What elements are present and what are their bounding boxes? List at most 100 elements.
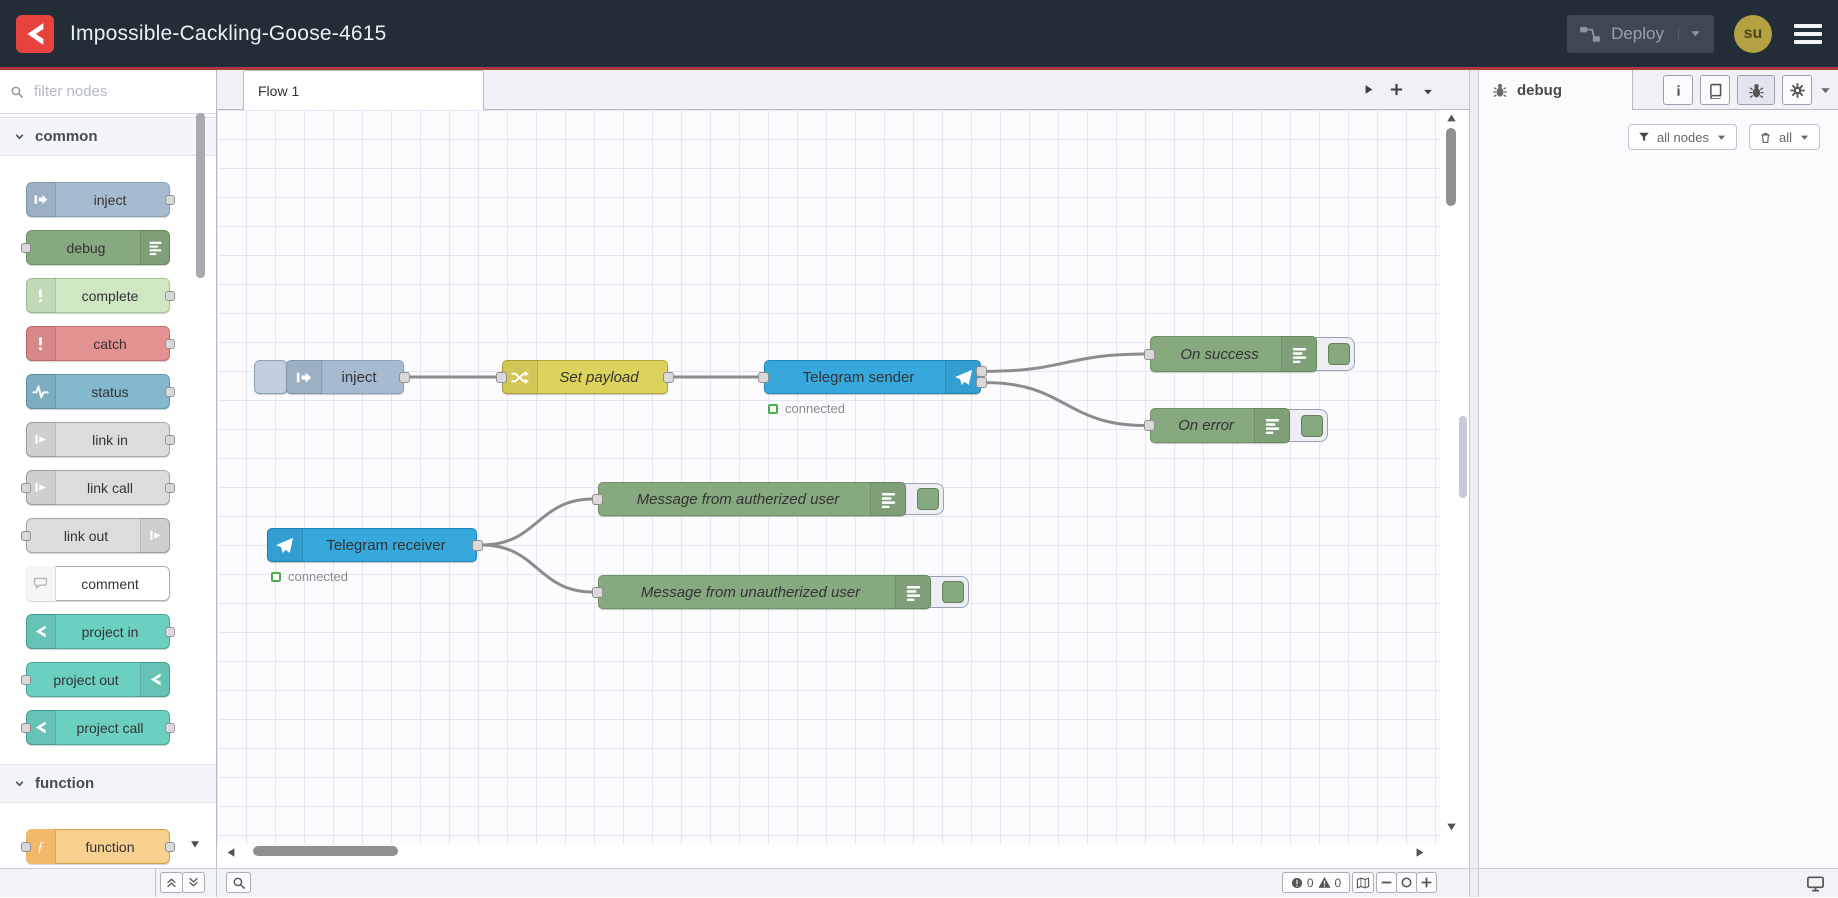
inject-trigger-button[interactable] xyxy=(254,360,288,394)
sidebar-debug-button[interactable] xyxy=(1737,75,1775,105)
node-input-port[interactable] xyxy=(21,243,31,253)
palette-node-project-call[interactable]: project call xyxy=(21,710,175,745)
hscroll-thumb[interactable] xyxy=(253,846,398,856)
notification-counts[interactable]: 0 0 xyxy=(1282,872,1350,893)
funnel-icon xyxy=(1638,131,1650,143)
deploy-options-caret-icon[interactable] xyxy=(1678,27,1702,40)
navigator-button[interactable] xyxy=(1352,872,1374,893)
sidebar-help-button[interactable] xyxy=(1700,75,1730,105)
zoom-out-button[interactable] xyxy=(1376,872,1397,893)
node-input-port[interactable] xyxy=(758,371,769,383)
sidebar-more-caret-icon[interactable] xyxy=(1819,84,1832,97)
palette-category-label: function xyxy=(35,775,95,792)
sidebar-info-button[interactable]: i xyxy=(1663,75,1693,105)
separator-handle[interactable] xyxy=(1459,416,1467,498)
node-output-port[interactable] xyxy=(976,377,987,389)
debug-filter-button[interactable]: all nodes xyxy=(1627,124,1737,150)
debug-icon xyxy=(895,575,931,609)
node-output-port[interactable] xyxy=(663,371,674,383)
node-output-port[interactable] xyxy=(165,723,175,733)
node-input-port[interactable] xyxy=(21,531,31,541)
deploy-button[interactable]: Deploy xyxy=(1567,14,1714,53)
palette-node-link-call[interactable]: link call xyxy=(21,470,175,505)
open-window-button[interactable] xyxy=(1806,874,1825,898)
palette-expand-all-button[interactable] xyxy=(182,872,205,893)
palette-category-function[interactable]: function xyxy=(0,764,216,803)
flow-node-label: Telegram sender xyxy=(802,368,915,386)
palette-node-inject[interactable]: inject xyxy=(26,182,175,217)
svg-text:i: i xyxy=(1676,83,1680,98)
flow-list-caret-icon[interactable] xyxy=(1422,85,1434,103)
node-input-port[interactable] xyxy=(592,586,603,598)
flow-node-telegram-receiver[interactable]: Telegram receiver connected xyxy=(267,528,483,584)
flow-node-set-payload[interactable]: Set payload xyxy=(496,360,674,394)
tab-flow1[interactable]: Flow 1 xyxy=(243,70,484,110)
sidebar-separator[interactable] xyxy=(1469,70,1479,868)
node-input-port[interactable] xyxy=(21,483,31,493)
link-icon xyxy=(140,518,170,553)
flow-node-inject[interactable]: inject xyxy=(254,360,410,394)
hscroll-left-icon[interactable] xyxy=(225,846,238,864)
palette-collapse-all-button[interactable] xyxy=(160,872,183,893)
palette-node-project-in[interactable]: project in xyxy=(26,614,175,649)
palette-node-complete[interactable]: complete xyxy=(26,278,175,313)
node-output-port[interactable] xyxy=(165,842,175,852)
zoom-reset-button[interactable] xyxy=(1396,872,1417,893)
node-output-port[interactable] xyxy=(976,365,987,377)
node-output-port[interactable] xyxy=(165,339,175,349)
palette-node-status[interactable]: status xyxy=(26,374,175,409)
palette-scroll-down-icon[interactable] xyxy=(189,837,201,855)
palette-node-function[interactable]: ƒ function xyxy=(21,829,175,864)
palette-scrollbar-thumb[interactable] xyxy=(196,113,205,278)
flow-node-msg-unauth[interactable]: Message from unautherized user xyxy=(592,575,969,609)
main-menu-button[interactable] xyxy=(1792,22,1824,46)
node-input-port[interactable] xyxy=(592,493,603,505)
node-input-port[interactable] xyxy=(21,723,31,733)
node-output-port[interactable] xyxy=(165,435,175,445)
flow-node-label: Message from unautherized user xyxy=(640,583,861,601)
hscroll-right-icon[interactable] xyxy=(1413,846,1426,864)
zoom-in-button[interactable] xyxy=(1416,872,1437,893)
palette-node-catch[interactable]: catch xyxy=(26,326,175,361)
flow-node-label: Telegram receiver xyxy=(326,536,446,554)
user-avatar[interactable]: su xyxy=(1734,14,1772,53)
palette-node-link-out[interactable]: link out xyxy=(21,518,170,553)
add-flow-button[interactable] xyxy=(1389,82,1404,102)
node-output-port[interactable] xyxy=(165,291,175,301)
node-input-port[interactable] xyxy=(21,842,31,852)
flow-node-on-success[interactable]: On success xyxy=(1144,336,1355,372)
palette-filter-input[interactable] xyxy=(32,82,182,101)
palette-node-link-in[interactable]: link in xyxy=(26,422,175,457)
palette-node-debug[interactable]: debug xyxy=(21,230,170,265)
palette-node-comment[interactable]: comment xyxy=(26,566,170,601)
telegram-icon xyxy=(267,528,303,562)
vscroll-down-icon[interactable] xyxy=(1445,820,1458,838)
flow-node-on-error[interactable]: On error xyxy=(1144,408,1328,443)
node-input-port[interactable] xyxy=(21,675,31,685)
palette-node-project-out[interactable]: project out xyxy=(21,662,170,697)
palette-category-common[interactable]: common xyxy=(0,117,216,156)
tab-debug-label: debug xyxy=(1517,81,1562,99)
debug-clear-button[interactable]: all xyxy=(1748,124,1820,150)
debug-toggle-indicator xyxy=(1301,414,1323,437)
node-output-port[interactable] xyxy=(472,539,483,551)
node-input-port[interactable] xyxy=(1144,420,1155,431)
node-output-port[interactable] xyxy=(165,627,175,637)
node-output-port[interactable] xyxy=(165,483,175,493)
flow-node-telegram-sender[interactable]: Telegram sender connected xyxy=(758,360,987,416)
node-output-port[interactable] xyxy=(165,387,175,397)
palette-search[interactable] xyxy=(0,70,216,114)
node-output-port[interactable] xyxy=(165,195,175,205)
flow-node-msg-auth[interactable]: Message from autherized user xyxy=(592,482,944,516)
node-input-port[interactable] xyxy=(1144,348,1155,360)
node-output-port[interactable] xyxy=(399,371,410,383)
flow-canvas[interactable]: inject Set payload Telegram sender connecte… xyxy=(217,110,1469,868)
node-input-port[interactable] xyxy=(496,371,507,383)
vscroll-thumb[interactable] xyxy=(1446,128,1456,206)
sidebar-config-button[interactable] xyxy=(1782,75,1812,105)
debug-icon xyxy=(1281,336,1317,372)
tab-scroll-right-icon[interactable] xyxy=(1362,83,1375,101)
tab-debug[interactable]: debug xyxy=(1479,70,1633,110)
canvas-search-button[interactable] xyxy=(226,872,251,893)
project-icon xyxy=(26,614,56,649)
